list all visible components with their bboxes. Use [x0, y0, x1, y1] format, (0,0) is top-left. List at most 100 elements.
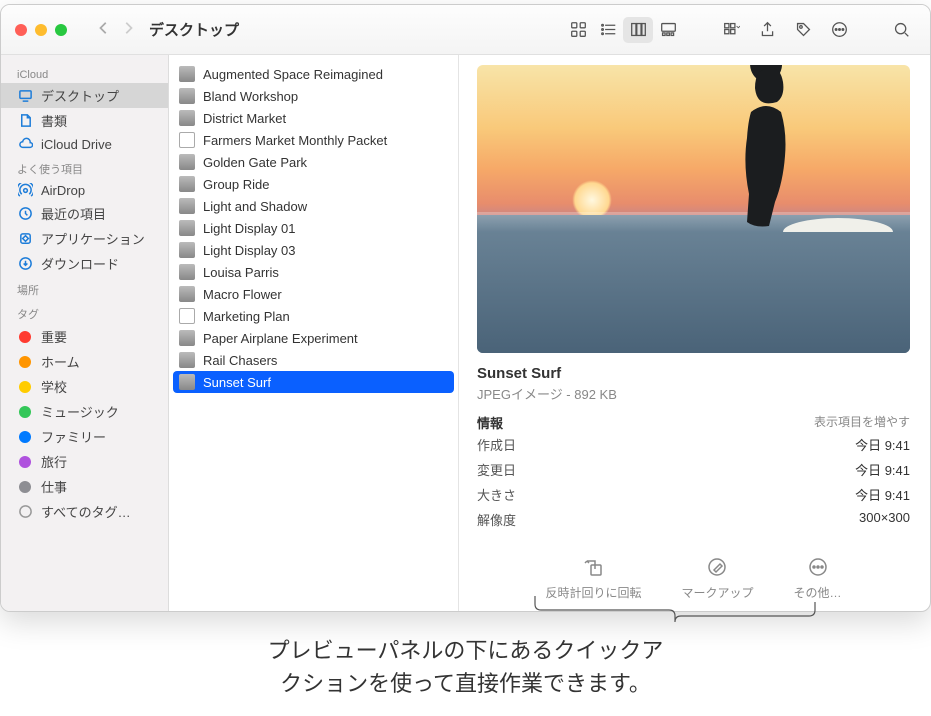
- finder-window: デスクトップ iCloudデスクトップ書類iCloud Driveよく使う項目A…: [0, 4, 931, 612]
- sidebar-item[interactable]: 重要: [1, 324, 168, 349]
- sidebar-item[interactable]: 学校: [1, 374, 168, 399]
- file-item[interactable]: Louisa Parris: [169, 261, 458, 283]
- info-label: 作成日: [477, 435, 516, 454]
- file-item[interactable]: Marketing Plan: [169, 305, 458, 327]
- bracket-graphic: [530, 594, 820, 633]
- search-button[interactable]: [886, 17, 916, 43]
- file-name: District Market: [203, 111, 286, 126]
- tag-dot-icon: [17, 454, 33, 470]
- image-thumbnail-icon: [179, 66, 195, 82]
- info-row: 作成日今日 9:41: [477, 432, 910, 457]
- show-more-link[interactable]: 表示項目を増やす: [814, 413, 910, 432]
- file-list: Augmented Space Reimagined Bland Workshop…: [169, 55, 459, 611]
- desktop-icon: [17, 88, 33, 104]
- file-name: Augmented Space Reimagined: [203, 67, 383, 82]
- view-columns-button[interactable]: [623, 17, 653, 43]
- sidebar-item-label: 重要: [41, 327, 67, 346]
- cloud-icon: [17, 136, 33, 152]
- file-name: Light Display 03: [203, 243, 296, 258]
- window-controls: [15, 24, 67, 36]
- view-gallery-button[interactable]: [653, 17, 683, 43]
- airdrop-icon: [17, 182, 33, 198]
- preview-image: [477, 65, 910, 353]
- sidebar-item[interactable]: すべてのタグ…: [1, 499, 168, 524]
- forward-button[interactable]: [121, 21, 135, 38]
- window-title: デスクトップ: [149, 19, 239, 40]
- tag-dot-icon: [17, 404, 33, 420]
- tags-button[interactable]: [788, 17, 818, 43]
- info-rows: 作成日今日 9:41変更日今日 9:41大きさ今日 9:41解像度300×300: [477, 432, 910, 532]
- sidebar-item[interactable]: AirDrop: [1, 179, 168, 201]
- sidebar-item[interactable]: デスクトップ: [1, 83, 168, 108]
- sidebar-item-label: アプリケーション: [41, 229, 145, 248]
- back-button[interactable]: [97, 21, 111, 38]
- window-body: iCloudデスクトップ書類iCloud Driveよく使う項目AirDrop最…: [1, 55, 930, 611]
- sidebar-section-header: よく使う項目: [1, 155, 168, 179]
- sidebar-item[interactable]: 旅行: [1, 449, 168, 474]
- tag-dot-icon: [17, 479, 33, 495]
- preview-title: Sunset Surf: [477, 365, 910, 382]
- file-name: Macro Flower: [203, 287, 282, 302]
- file-item[interactable]: Golden Gate Park: [169, 151, 458, 173]
- file-item[interactable]: Augmented Space Reimagined: [169, 63, 458, 85]
- sidebar-item-label: 旅行: [41, 452, 67, 471]
- file-name: Group Ride: [203, 177, 269, 192]
- share-button[interactable]: [752, 17, 782, 43]
- file-item[interactable]: Light and Shadow: [169, 195, 458, 217]
- markup-icon: [707, 557, 727, 580]
- group-button[interactable]: [716, 17, 746, 43]
- quick-actions: 反時計回りに回転マークアップその他…: [477, 537, 910, 601]
- sidebar-item[interactable]: ホーム: [1, 349, 168, 374]
- sidebar-item[interactable]: ファミリー: [1, 424, 168, 449]
- minimize-button[interactable]: [35, 24, 47, 36]
- sidebar-item[interactable]: アプリケーション: [1, 226, 168, 251]
- image-thumbnail-icon: [179, 154, 195, 170]
- caption: プレビューパネルの下にあるクイックア クションを使って直接作業できます。: [0, 634, 931, 700]
- file-item[interactable]: Macro Flower: [169, 283, 458, 305]
- info-row: 解像度300×300: [477, 507, 910, 532]
- view-icons-button[interactable]: [563, 17, 593, 43]
- file-item[interactable]: District Market: [169, 107, 458, 129]
- view-list-button[interactable]: [593, 17, 623, 43]
- image-thumbnail-icon: [179, 220, 195, 236]
- sidebar-item-label: すべてのタグ…: [41, 502, 131, 521]
- maximize-button[interactable]: [55, 24, 67, 36]
- download-icon: [17, 256, 33, 272]
- sidebar-item-label: ミュージック: [41, 402, 119, 421]
- sidebar: iCloudデスクトップ書類iCloud Driveよく使う項目AirDrop最…: [1, 55, 169, 611]
- tag-dot-icon: [17, 504, 33, 520]
- document-icon: [179, 308, 195, 324]
- file-item[interactable]: Bland Workshop: [169, 85, 458, 107]
- info-row: 大きさ今日 9:41: [477, 482, 910, 507]
- file-name: Louisa Parris: [203, 265, 279, 280]
- sidebar-item[interactable]: 仕事: [1, 474, 168, 499]
- caption-line-1: プレビューパネルの下にあるクイックア: [268, 638, 664, 663]
- file-item[interactable]: Light Display 01: [169, 217, 458, 239]
- image-thumbnail-icon: [179, 242, 195, 258]
- caption-line-2: クションを使って直接作業できます。: [280, 671, 651, 696]
- file-item[interactable]: Farmers Market Monthly Packet: [169, 129, 458, 151]
- sidebar-item-label: 仕事: [41, 477, 67, 496]
- sidebar-item[interactable]: 最近の項目: [1, 201, 168, 226]
- file-item[interactable]: Sunset Surf: [173, 371, 454, 393]
- file-item[interactable]: Paper Airplane Experiment: [169, 327, 458, 349]
- tag-dot-icon: [17, 354, 33, 370]
- file-name: Light Display 01: [203, 221, 296, 236]
- file-item[interactable]: Light Display 03: [169, 239, 458, 261]
- more-actions-button[interactable]: [824, 17, 854, 43]
- sidebar-item-label: 学校: [41, 377, 67, 396]
- info-value: 今日 9:41: [855, 485, 910, 504]
- image-thumbnail-icon: [179, 198, 195, 214]
- sidebar-item[interactable]: ミュージック: [1, 399, 168, 424]
- file-item[interactable]: Group Ride: [169, 173, 458, 195]
- close-button[interactable]: [15, 24, 27, 36]
- image-thumbnail-icon: [179, 352, 195, 368]
- sidebar-item[interactable]: iCloud Drive: [1, 133, 168, 155]
- sidebar-item-label: 最近の項目: [41, 204, 106, 223]
- sidebar-item-label: ダウンロード: [41, 254, 119, 273]
- sidebar-item[interactable]: 書類: [1, 108, 168, 133]
- sidebar-item[interactable]: ダウンロード: [1, 251, 168, 276]
- file-item[interactable]: Rail Chasers: [169, 349, 458, 371]
- preview-pane: Sunset Surf JPEGイメージ - 892 KB 情報 表示項目を増や…: [459, 55, 930, 611]
- file-name: Farmers Market Monthly Packet: [203, 133, 387, 148]
